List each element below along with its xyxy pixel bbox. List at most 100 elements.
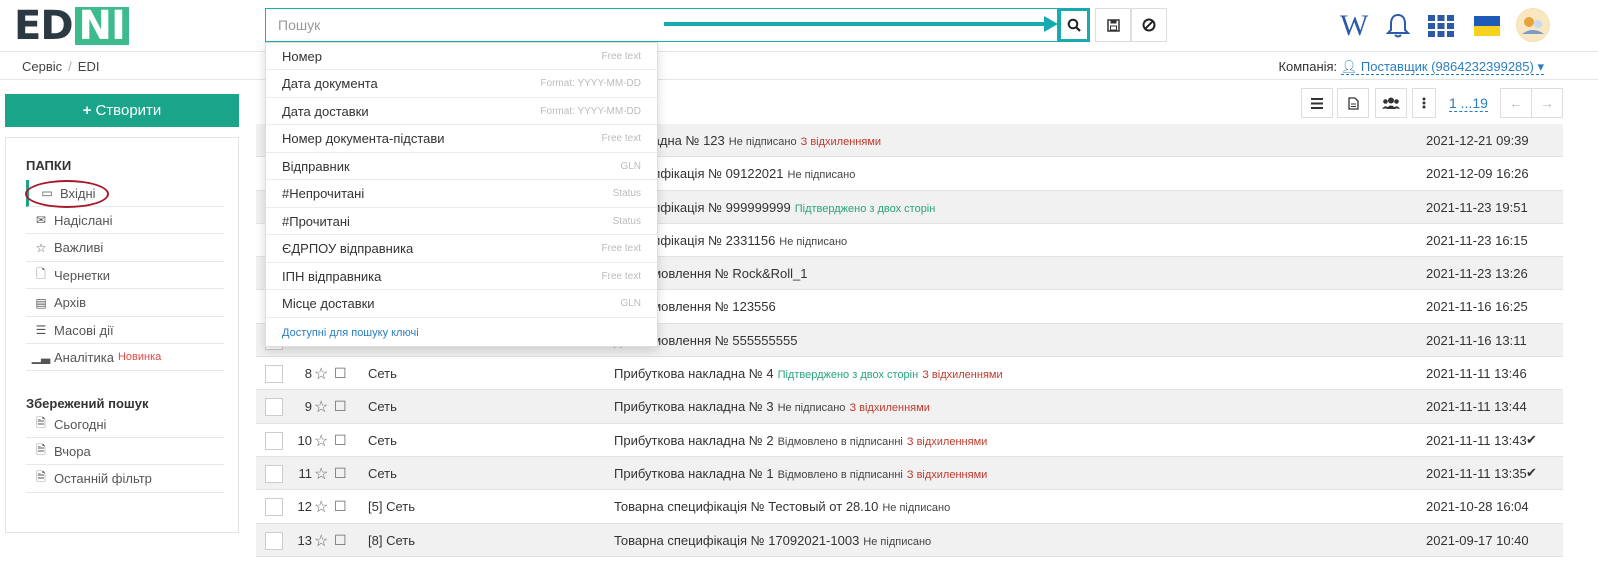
row-date: 2021-11-16 13:11 xyxy=(1426,332,1527,348)
row-number: 11 xyxy=(298,465,313,481)
search-key-option[interactable]: Відправник GLN xyxy=(266,153,657,181)
breadcrumb-item-edi[interactable]: EDI xyxy=(78,59,100,74)
sidebar-item-label: Архів xyxy=(54,295,87,311)
saved-search-item[interactable]: 🗎 Останній фільтр xyxy=(26,466,224,493)
search-key-hint: Free text xyxy=(601,243,641,255)
row-status-badge: З відхиленнями xyxy=(800,136,882,148)
search-button[interactable] xyxy=(1058,8,1090,42)
language-flag-icon[interactable] xyxy=(1474,16,1500,36)
search-key-label: Відправник xyxy=(282,158,350,174)
search-key-option[interactable]: #Непрочитані Status xyxy=(266,181,657,208)
document-view-button[interactable] xyxy=(1337,88,1369,118)
saved-file-icon: 🗎 xyxy=(36,470,46,485)
search-key-option[interactable]: ІПН відправника Free text xyxy=(266,263,657,291)
search-key-option[interactable]: Місце доставки GLN xyxy=(266,291,657,318)
row-document-title[interactable]: Товарна специфікація № 17092021-1003 xyxy=(614,533,859,548)
search-key-label: ЄДРПОУ відправника xyxy=(282,241,414,257)
bookmark-icon[interactable]: ☐ xyxy=(334,365,360,385)
table-row[interactable]: 10 ☆ ☐ Сеть Прибуткова накладна № 2 Відмовлен… xyxy=(256,424,1563,457)
row-date: 2021-09-17 10:40 xyxy=(1426,532,1529,548)
breadcrumb: Сервіс / EDI xyxy=(22,59,99,74)
bookmark-icon[interactable]: ☐ xyxy=(334,532,360,552)
searchable-keys-link[interactable]: Доступні для пошуку ключі xyxy=(282,327,419,339)
bookmark-icon[interactable]: ☐ xyxy=(334,465,360,485)
row-checkbox[interactable] xyxy=(265,431,283,450)
user-avatar[interactable] xyxy=(1516,8,1550,42)
star-icon[interactable]: ☆ xyxy=(314,364,328,384)
search-key-option[interactable]: Номер документа-підстави Free text xyxy=(266,126,657,153)
next-page-button[interactable]: → xyxy=(1531,88,1563,118)
sidebar-item-label: Важливі xyxy=(54,240,104,256)
search-key-option[interactable]: Номер Free text xyxy=(266,43,657,71)
company-selector[interactable]: Компанія: 👤︎ Поставщик (9864232399285) ▾ xyxy=(1278,59,1544,75)
saved-search-item[interactable]: 🗎 Сьогодні xyxy=(26,411,224,438)
search-key-option[interactable]: Дата документа Format: YYYY-MM-DD xyxy=(266,71,657,98)
table-row[interactable]: 11 ☆ ☐ Сеть Прибуткова накладна № 1 Відмовлен… xyxy=(256,456,1563,491)
bookmark-icon[interactable]: ☐ xyxy=(334,498,360,518)
saved-file-icon: 🗎 xyxy=(36,442,46,457)
apps-grid-icon[interactable] xyxy=(1428,12,1454,40)
star-icon[interactable]: ☆ xyxy=(314,397,328,417)
bell-icon[interactable] xyxy=(1385,12,1411,40)
sidebar-item-folder[interactable]: ☰ Масові дії xyxy=(26,317,224,344)
star-icon[interactable]: ☆ xyxy=(314,497,328,517)
search-key-option[interactable]: #Прочитані Status xyxy=(266,208,657,236)
search-key-option[interactable]: Дата доставки Format: YYYY-MM-DD xyxy=(266,98,657,126)
table-row[interactable]: 9 ☆ ☐ Сеть Прибуткова накладна № 3 Не підписа… xyxy=(256,390,1563,424)
sidebar-item-folder[interactable]: ▁▃ Аналітика Новинка xyxy=(26,344,224,372)
row-document: Прибуткова накладна № 2 Відмовлено в підп… xyxy=(614,433,987,448)
search-key-option[interactable]: ЄДРПОУ відправника Free text xyxy=(266,236,657,263)
users-icon xyxy=(1382,97,1400,109)
top-header: EDNI W xyxy=(0,0,1598,52)
file-icon: 🗋 xyxy=(36,266,46,281)
row-document: Прибуткова накладна № 3 Не підписано З від… xyxy=(614,399,930,414)
star-icon[interactable]: ☆ xyxy=(314,464,328,484)
row-document-title[interactable]: Прибуткова накладна № 3 xyxy=(614,399,774,414)
group-view-button[interactable] xyxy=(1375,88,1407,118)
sidebar-item-folder[interactable]: ▤ Архів xyxy=(26,290,224,317)
bookmark-icon[interactable]: ☐ xyxy=(334,398,360,418)
row-date: 2021-11-16 16:25 xyxy=(1426,299,1528,315)
row-document-title[interactable]: Прибуткова накладна № 4 xyxy=(614,366,774,381)
more-options-button[interactable] xyxy=(1412,88,1436,118)
star-icon[interactable]: ☆ xyxy=(314,431,328,451)
search-key-label: Дата доставки xyxy=(282,103,369,119)
row-checkbox[interactable] xyxy=(265,464,283,483)
table-row[interactable]: 12 ☆ ☐ [5] Сеть Товарна специфікація № Тесто… xyxy=(256,490,1563,524)
row-document-title[interactable]: Прибуткова накладна № 2 xyxy=(614,433,774,448)
row-checkbox[interactable] xyxy=(265,498,283,517)
sidebar-item-folder[interactable]: ✉ Надіслані xyxy=(26,207,224,235)
row-number: 10 xyxy=(297,432,312,448)
row-document-title[interactable]: Прибуткова накладна № 1 xyxy=(614,466,774,481)
search-key-hint: Free text xyxy=(601,133,641,145)
star-icon[interactable]: ☆ xyxy=(314,531,328,551)
row-checkbox[interactable] xyxy=(265,398,283,417)
saved-search-item[interactable]: 🗎 Вчора xyxy=(26,438,224,466)
saved-search-title: Збережений пошук xyxy=(26,396,149,411)
row-checkbox[interactable] xyxy=(265,365,283,384)
row-document-title[interactable]: Товарна специфікація № Тестовый от 28.10 xyxy=(614,499,878,514)
save-search-button[interactable] xyxy=(1095,8,1131,42)
bookmark-icon[interactable]: ☐ xyxy=(334,432,360,452)
sidebar-item-folder[interactable]: 🗋 Чернетки xyxy=(26,262,224,290)
breadcrumb-item-service[interactable]: Сервіс xyxy=(22,59,62,74)
clear-search-button[interactable] xyxy=(1131,8,1167,42)
row-document: а специфікація № 999999999 Підтверджено з… xyxy=(614,200,935,215)
company-value[interactable]: 👤︎ Поставщик (9864232399285) ▾ xyxy=(1340,59,1544,75)
company-value-text[interactable]: Поставщик (9864232399285) xyxy=(1361,59,1534,74)
table-row[interactable]: 8 ☆ ☐ Сеть Прибуткова накладна № 4 Підтвердже… xyxy=(256,357,1563,391)
sidebar-item-folder[interactable]: ☆ Важливі xyxy=(26,235,224,262)
edin-logo[interactable]: ED NI xyxy=(14,3,129,49)
create-button[interactable]: + Створити xyxy=(5,94,239,127)
list-view-button[interactable] xyxy=(1301,88,1333,118)
search-key-hint: Status xyxy=(612,215,641,227)
prev-page-button[interactable]: ← xyxy=(1500,88,1532,118)
search-key-label: Номер xyxy=(282,48,323,64)
table-row[interactable]: 13 ☆ ☐ [8] Сеть Товарна специфікація № 17092… xyxy=(256,523,1563,557)
wiki-icon[interactable]: W xyxy=(1340,9,1368,42)
row-sender: [5] Сеть xyxy=(368,499,415,515)
pagination-range[interactable]: 1 ...19 xyxy=(1449,95,1488,112)
row-status-badge: З відхиленнями xyxy=(849,402,930,415)
row-checkbox[interactable] xyxy=(265,531,283,550)
ban-icon xyxy=(1142,18,1156,32)
